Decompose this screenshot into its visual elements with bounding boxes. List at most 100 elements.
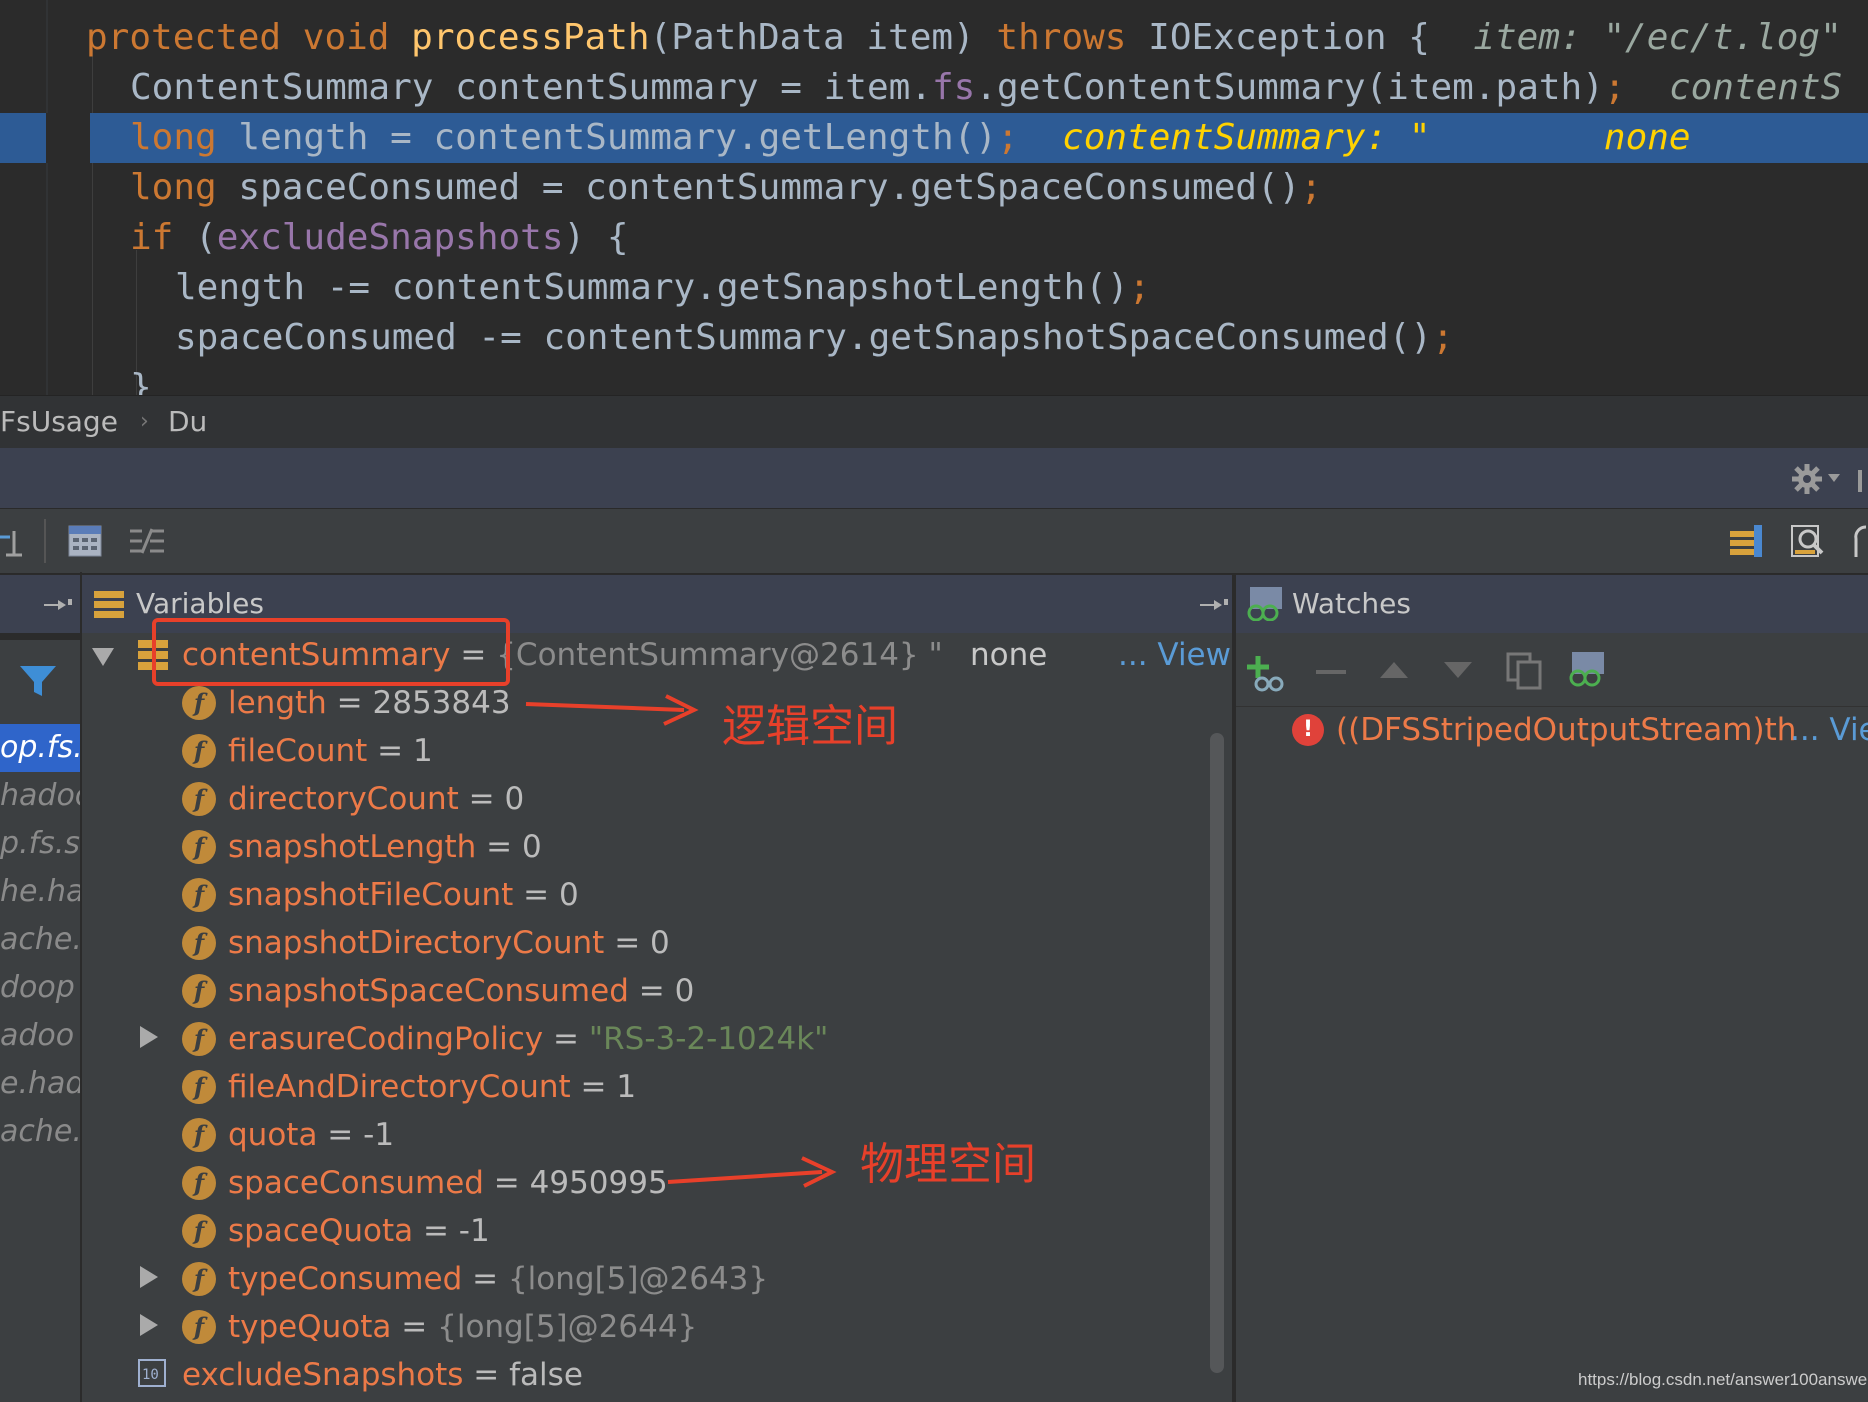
type-name: PathData — [671, 17, 845, 58]
variables-icon — [94, 591, 124, 618]
annotation-arrow-icon — [667, 1156, 837, 1188]
statement: spaceConsumed -= contentSummary.getSnaps… — [175, 317, 1433, 358]
frame-item[interactable]: doop — [0, 964, 80, 1012]
variables-tree[interactable]: contentSummary = {ContentSummary@2614} "… — [82, 633, 1232, 1402]
scrollbar[interactable] — [1210, 733, 1224, 1373]
code-line-5[interactable]: if (excludeSnapshots) { — [130, 213, 629, 263]
frame-item[interactable]: adoo — [0, 1012, 80, 1060]
variable-value: 0 — [650, 925, 670, 961]
evaluate-cursor-icon[interactable] — [0, 527, 26, 557]
threads-icon[interactable] — [1728, 523, 1764, 559]
variable-row[interactable]: snapshotDirectoryCount = 0 — [228, 919, 670, 967]
variable-row[interactable]: typeQuota = {long[5]@2644} — [228, 1303, 697, 1351]
variable-value: 0 — [559, 877, 579, 913]
brace: } — [130, 367, 152, 395]
variable-value: {long[5]@2644} — [437, 1309, 698, 1345]
variable-name: fileCount — [228, 733, 368, 769]
variable-row[interactable]: directoryCount = 0 — [228, 775, 524, 823]
variable-row[interactable]: fileCount = 1 — [228, 727, 433, 775]
variable-row[interactable]: fileAndDirectoryCount = 1 — [228, 1063, 636, 1111]
code-line-2[interactable]: ContentSummary contentSummary = item.fs.… — [130, 63, 1842, 113]
watch-settings-icon[interactable] — [1568, 652, 1606, 688]
code-line-6[interactable]: length -= contentSummary.getSnapshotLeng… — [175, 263, 1150, 313]
variable-value: false — [509, 1357, 583, 1393]
expand-icon[interactable] — [140, 1026, 158, 1048]
move-down-icon[interactable] — [1444, 662, 1472, 678]
variable-row[interactable]: quota = -1 — [228, 1111, 394, 1159]
variable-value: "RS-3-2-1024k" — [588, 1021, 829, 1057]
trace-icon[interactable] — [128, 525, 166, 557]
move-up-icon[interactable] — [1380, 662, 1408, 678]
keyword: long — [130, 117, 217, 158]
variable-value: {long[5]@2643} — [507, 1261, 769, 1297]
frame-item[interactable]: ache.h — [0, 1108, 80, 1156]
watches-toolbar — [1236, 640, 1868, 704]
copy-icon[interactable] — [1506, 652, 1542, 690]
variable-value: 0 — [522, 829, 542, 865]
frame-item[interactable]: p.fs.s — [0, 820, 80, 868]
breadcrumb-item-du[interactable]: Du — [168, 396, 207, 448]
inline-debug-value: none — [1603, 117, 1691, 158]
semicolon: ; — [1603, 67, 1626, 108]
pin-arrow-icon[interactable] — [44, 597, 74, 613]
view-link[interactable]: ... Vie — [1790, 706, 1868, 754]
view-link[interactable]: ... View — [1118, 631, 1231, 679]
pin-arrow-icon[interactable] — [1200, 597, 1230, 613]
svg-text:10: 10 — [142, 1367, 159, 1383]
field-icon: f — [182, 1070, 216, 1104]
keyword: if — [130, 217, 174, 258]
var-name: contentSummary — [455, 67, 759, 108]
expand-icon[interactable] — [140, 1314, 158, 1336]
variable-row[interactable]: snapshotLength = 0 — [228, 823, 542, 871]
variable-row[interactable]: erasureCodingPolicy = "RS-3-2-1024k" — [228, 1015, 828, 1063]
watermark: https://blog.csdn.net/answer100answer — [1578, 1370, 1868, 1389]
calculator-icon[interactable] — [68, 525, 102, 557]
code-line-3[interactable]: long length = contentSummary.getLength()… — [130, 113, 1691, 163]
gear-icon[interactable] — [1790, 462, 1824, 496]
frame-item[interactable]: op.fs. — [0, 724, 80, 772]
code-editor[interactable]: protected void processPath(PathData item… — [0, 0, 1868, 395]
statement: spaceConsumed = contentSummary.getSpaceC… — [238, 167, 1301, 208]
remove-watch-icon[interactable] — [1316, 670, 1346, 674]
watch-expression[interactable]: ((DFSStripedOutputStream)th — [1336, 706, 1796, 754]
variable-row[interactable]: excludeSnapshots = false — [182, 1351, 583, 1399]
frame-item[interactable]: ache.h — [0, 916, 80, 964]
expression: .getContentSummary(item.path) — [975, 67, 1604, 108]
variable-row[interactable]: length = 2853843 — [228, 679, 511, 727]
toolbar-separator — [44, 519, 46, 563]
paren: ( — [649, 17, 672, 58]
variable-row[interactable]: spaceConsumed = 4950995 — [228, 1159, 668, 1207]
filter-icon[interactable] — [20, 664, 56, 698]
variable-row[interactable]: typeConsumed = {long[5]@2643} — [228, 1255, 768, 1303]
expression: item. — [823, 67, 932, 108]
code-line-7[interactable]: spaceConsumed -= contentSummary.getSnaps… — [175, 313, 1454, 363]
variable-row[interactable]: spaceQuota = -1 — [228, 1207, 490, 1255]
frame-item[interactable]: he.had — [0, 868, 80, 916]
method-name: processPath — [411, 17, 650, 58]
memory-view-icon[interactable] — [1790, 523, 1826, 559]
brace: { — [1408, 17, 1430, 58]
variable-row[interactable]: snapshotSpaceConsumed = 0 — [228, 967, 694, 1015]
variable-row[interactable]: snapshotFileCount = 0 — [228, 871, 579, 919]
chevron-down-icon[interactable] — [1828, 474, 1840, 484]
boolean-icon: 10 — [138, 1359, 166, 1387]
frames-list[interactable]: op.fs. hadoo p.fs.s he.had ache.h doop a… — [0, 640, 80, 1402]
more-tools-icon[interactable] — [1852, 523, 1868, 559]
highlight-box — [152, 618, 510, 686]
code-line-1[interactable]: protected void processPath(PathData item… — [86, 13, 1842, 63]
gutter-cell — [46, 113, 90, 163]
field-icon: f — [182, 830, 216, 864]
collapse-icon[interactable] — [92, 648, 114, 666]
frame-item[interactable]: e.had — [0, 1060, 80, 1108]
frame-item[interactable]: hadoo — [0, 772, 80, 820]
expand-icon[interactable] — [140, 1266, 158, 1288]
watches-title: Watches — [1292, 587, 1411, 620]
operator: = — [780, 67, 802, 108]
field-icon: f — [182, 926, 216, 960]
code-line-8[interactable]: } — [130, 363, 152, 395]
add-watch-icon[interactable] — [1246, 654, 1286, 694]
hide-icon[interactable] — [1858, 470, 1862, 492]
code-line-4[interactable]: long spaceConsumed = contentSummary.getS… — [130, 163, 1322, 213]
breadcrumb-item-fsusage[interactable]: FsUsage — [0, 396, 118, 448]
keyword: protected — [86, 17, 282, 58]
